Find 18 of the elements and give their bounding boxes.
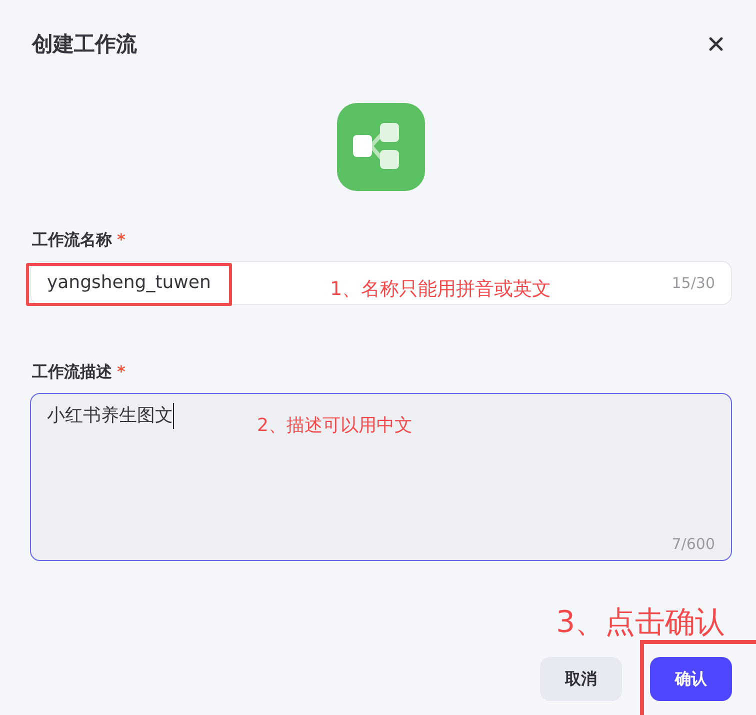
field-label: 工作流名称	[32, 229, 112, 251]
character-counter: 7/600	[672, 534, 715, 554]
required-mark: *	[117, 361, 126, 383]
annotation-note: 2、描述可以用中文	[257, 414, 412, 437]
dialog-title: 创建工作流	[30, 31, 137, 58]
required-mark: *	[117, 229, 126, 251]
confirm-button[interactable]: 确认	[650, 657, 732, 701]
field-value: 小红书养生图文	[47, 404, 173, 428]
annotation-note: 3、点击确认	[556, 604, 726, 642]
workflow-icon	[337, 103, 425, 191]
field-label: 工作流描述	[32, 361, 112, 383]
cancel-button[interactable]: 取消	[540, 657, 622, 701]
character-counter: 15/30	[672, 273, 715, 293]
annotation-note: 1、名称只能用拼音或英文	[330, 277, 552, 302]
field-value: yangsheng_tuwen	[47, 271, 211, 295]
close-button[interactable]	[707, 35, 725, 53]
description-textarea[interactable]: 小红书养生图文 2、描述可以用中文 7/600	[30, 393, 732, 561]
close-icon	[709, 37, 723, 51]
